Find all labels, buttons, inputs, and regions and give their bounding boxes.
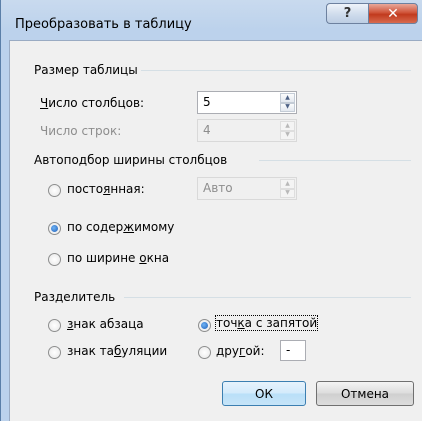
other-separator-label[interactable]: другой: (216, 344, 265, 358)
separator-group-label: Разделитель (34, 290, 116, 304)
close-icon: ✕ (387, 5, 399, 22)
title-bar[interactable]: Преобразовать в таблицу ? ✕ (1, 0, 422, 40)
fixed-width-radio[interactable] (48, 184, 61, 197)
convert-to-table-dialog: Преобразовать в таблицу ? ✕ Размер табли… (0, 0, 422, 421)
columns-spin-down-icon[interactable]: ▼ (280, 102, 295, 112)
fixed-spin-down-icon: ▼ (280, 188, 295, 198)
fixed-spin-up-icon: ▲ (280, 179, 295, 189)
fixed-width-spinner: Авто ▲ ▼ (197, 177, 297, 200)
rows-label: Число строк: (40, 124, 122, 138)
dialog-body: Размер таблицы Число столбцов: 5 ▲ ▼ Чис… (9, 40, 422, 421)
cancel-button[interactable]: Отмена (316, 381, 414, 406)
autofit-window-label[interactable]: по ширине окна (67, 251, 169, 265)
table-size-divider (141, 70, 411, 71)
rows-spinner: 4 ▲ ▼ (197, 119, 297, 142)
other-separator-input[interactable]: - (280, 340, 306, 361)
autofit-contents-radio[interactable] (48, 222, 61, 235)
autofit-group-label: Автоподбор ширины столбцов (34, 153, 228, 167)
separator-divider (124, 297, 411, 298)
tab-separator-radio[interactable] (48, 346, 61, 359)
fixed-width-label[interactable]: постоянная: (67, 182, 145, 196)
rows-value: 4 (203, 123, 211, 137)
semicolon-separator-label[interactable]: точка с запятой (214, 315, 319, 331)
fixed-width-value: Авто (203, 181, 233, 195)
other-separator-value[interactable]: - (286, 343, 290, 357)
tab-separator-label[interactable]: знак табуляции (67, 344, 167, 358)
table-size-group-label: Размер таблицы (34, 63, 138, 77)
paragraph-separator-radio[interactable] (48, 319, 61, 332)
columns-label: Число столбцов: (40, 96, 145, 110)
columns-value[interactable]: 5 (203, 95, 211, 109)
help-button[interactable]: ? (326, 3, 368, 24)
ok-button[interactable]: ОК (222, 381, 306, 406)
rows-spin-up-icon: ▲ (280, 121, 295, 131)
columns-spinner[interactable]: 5 ▲ ▼ (197, 91, 297, 114)
other-separator-radio[interactable] (198, 346, 211, 359)
window-title: Преобразовать в таблицу (15, 17, 192, 32)
autofit-contents-label[interactable]: по содержимому (67, 220, 174, 234)
paragraph-separator-label[interactable]: знак абзаца (67, 317, 144, 331)
rows-spin-down-icon: ▼ (280, 130, 295, 140)
autofit-window-radio[interactable] (48, 253, 61, 266)
columns-spin-up-icon[interactable]: ▲ (280, 93, 295, 103)
help-icon: ? (343, 6, 352, 21)
close-button[interactable]: ✕ (368, 3, 418, 24)
autofit-divider (259, 160, 411, 161)
semicolon-separator-radio[interactable] (198, 319, 211, 332)
